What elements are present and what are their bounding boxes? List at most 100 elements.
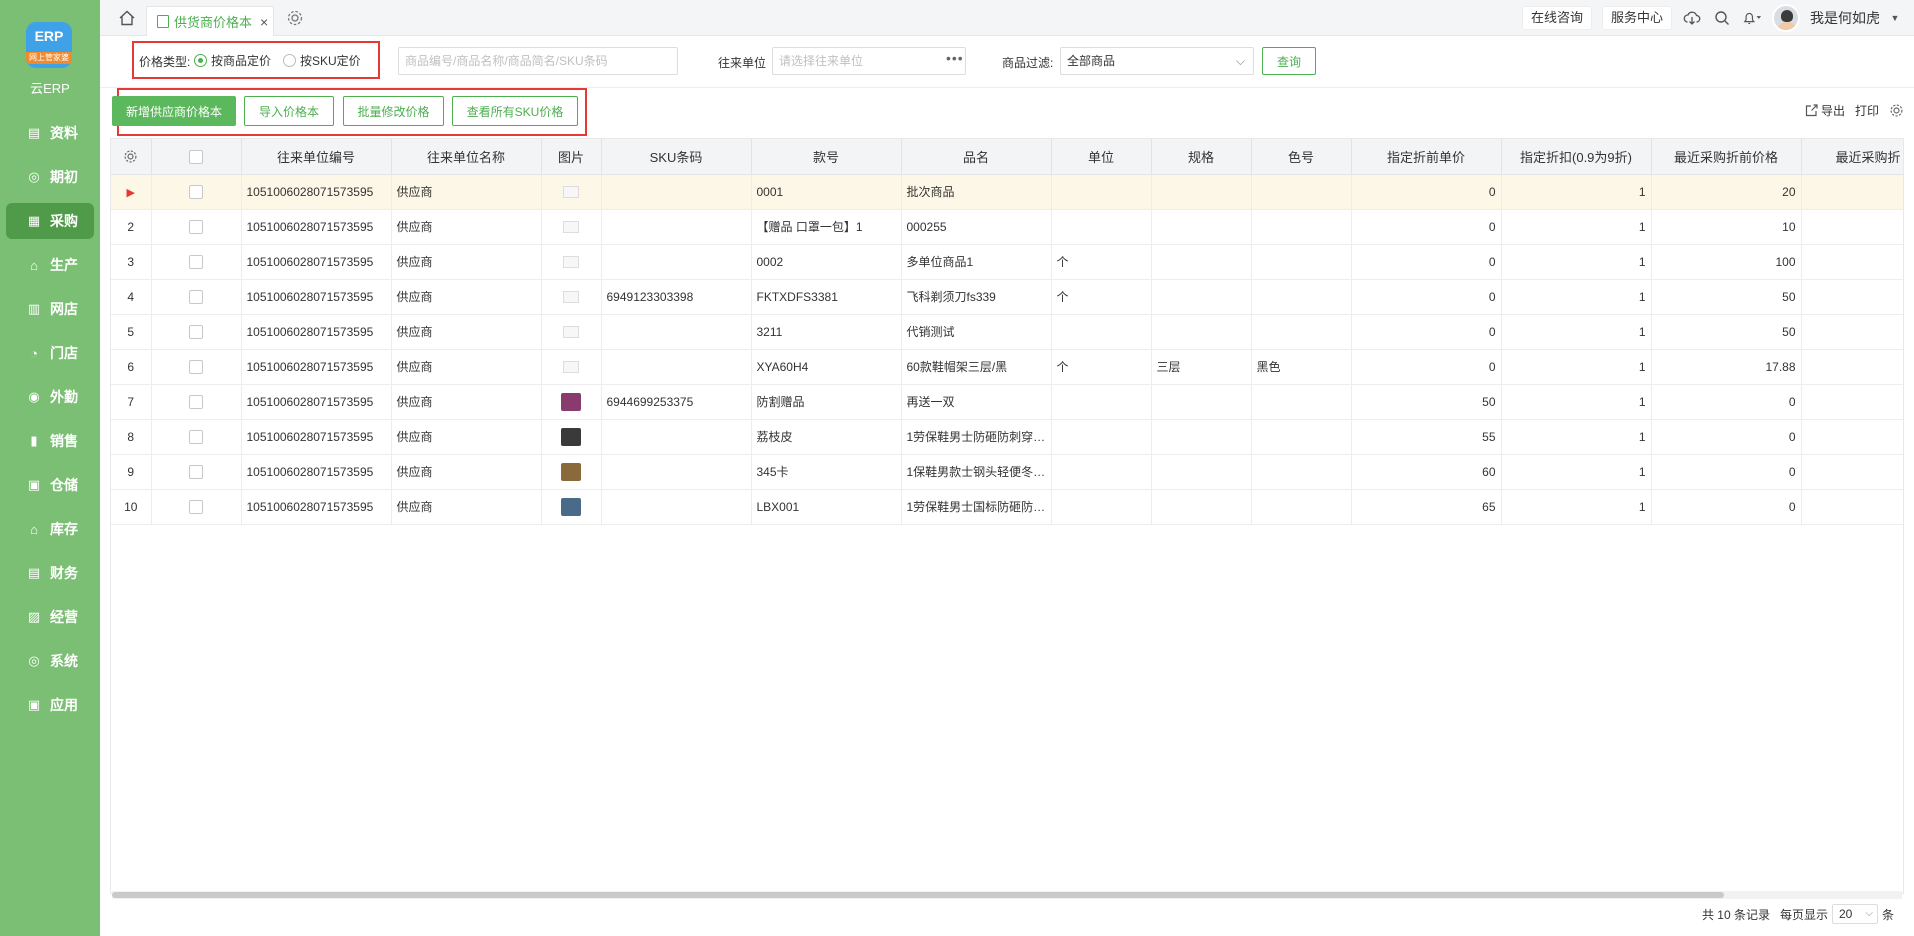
cell-price[interactable]: 0 [1351,314,1502,350]
sidebar-item[interactable]: ⌂ 库存 [6,511,94,547]
cell-style[interactable]: 荔枝皮 [751,419,902,455]
cell-last[interactable]: 0 [1651,454,1802,490]
cell-name[interactable]: 供应商 [391,244,542,280]
cell-product[interactable]: 批次商品 [901,174,1052,210]
row-checkbox[interactable] [151,349,242,385]
query-button[interactable]: 查询 [1262,47,1316,75]
search-icon[interactable] [1712,8,1732,28]
more-icon[interactable]: ••• [946,50,964,66]
cell-sku[interactable]: 6949123303398 [601,279,752,315]
search-input[interactable] [398,47,678,75]
cell-style[interactable]: 防割赠品 [751,384,902,420]
sidebar-item[interactable]: ▮ 销售 [6,423,94,459]
cell-discount[interactable]: 1 [1501,489,1652,525]
row-checkbox[interactable] [151,279,242,315]
service-center-button[interactable]: 服务中心 [1601,6,1672,30]
cell-last[interactable]: 50 [1651,314,1802,350]
cell-discount[interactable]: 1 [1501,349,1652,385]
cell-last[interactable]: 20 [1651,174,1802,210]
cell-color[interactable] [1251,419,1352,455]
app-logo[interactable]: ERP 网上管家婆 [24,22,74,74]
export-button[interactable]: 导出 [1805,102,1845,119]
table-row[interactable]: 7 1051006028071573595 供应商 6944699253375 防割赠品… [111,384,1903,420]
new-price-book-button[interactable]: 新增供应商价格本 [112,96,236,126]
cell-image[interactable] [541,209,602,245]
horizontal-scrollbar[interactable] [112,891,1902,899]
cell-color[interactable] [1251,384,1352,420]
cell-discount[interactable]: 1 [1501,454,1652,490]
cell-style[interactable]: FKTXDFS3381 [751,279,902,315]
cell-price[interactable]: 0 [1351,279,1502,315]
cell-unit[interactable]: 个 [1051,279,1152,315]
cell-name[interactable]: 供应商 [391,454,542,490]
sidebar-item[interactable]: ◔ 门店 [6,335,94,371]
radio-price-by-sku[interactable]: 按SKU定价 [283,52,361,69]
cell-sku[interactable] [601,174,752,210]
cell-unit[interactable] [1051,489,1152,525]
cell-name[interactable]: 供应商 [391,419,542,455]
cell-last[interactable]: 0 [1651,489,1802,525]
cell-product[interactable]: 60款鞋帽架三层/黑 [901,349,1052,385]
cell-image[interactable] [541,419,602,455]
column-header[interactable]: 指定折扣(0.9为9折) [1501,139,1652,175]
column-header[interactable]: 规格 [1151,139,1252,175]
row-checkbox[interactable] [151,454,242,490]
cell-unit[interactable] [1051,419,1152,455]
cell-product[interactable]: 代销测试 [901,314,1052,350]
cell-last[interactable]: 0 [1651,419,1802,455]
column-settings[interactable] [111,139,152,175]
sidebar-item[interactable]: ▤ 财务 [6,555,94,591]
sidebar-item[interactable]: ◉ 外勤 [6,379,94,415]
cell-unit[interactable] [1051,384,1152,420]
cell-color[interactable] [1251,279,1352,315]
cell-name[interactable]: 供应商 [391,279,542,315]
cell-discount[interactable]: 1 [1501,279,1652,315]
cell-spec[interactable] [1151,384,1252,420]
cell-code[interactable]: 1051006028071573595 [241,489,392,525]
cell-discount[interactable]: 1 [1501,384,1652,420]
row-checkbox[interactable] [151,314,242,350]
column-header[interactable]: 最近采购折 [1801,139,1903,175]
cell-name[interactable]: 供应商 [391,349,542,385]
cell-name[interactable]: 供应商 [391,384,542,420]
chevron-down-icon[interactable]: ▼ [1890,8,1900,28]
avatar[interactable] [1772,4,1800,32]
cell-color[interactable] [1251,244,1352,280]
cell-code[interactable]: 1051006028071573595 [241,314,392,350]
print-button[interactable]: 打印 [1855,102,1879,119]
cell-product[interactable]: 再送一双 [901,384,1052,420]
cell-name[interactable]: 供应商 [391,314,542,350]
cell-last[interactable]: 50 [1651,279,1802,315]
cell-color[interactable] [1251,314,1352,350]
cell-style[interactable]: LBX001 [751,489,902,525]
cell-code[interactable]: 1051006028071573595 [241,454,392,490]
column-header[interactable]: 往来单位名称 [391,139,542,175]
view-all-sku-price-button[interactable]: 查看所有SKU价格 [452,96,578,126]
cell-image[interactable] [541,454,602,490]
table-row[interactable]: 4 1051006028071573595 供应商 6949123303398 FKTX… [111,279,1903,315]
user-name[interactable]: 我是何如虎 [1810,8,1880,28]
cell-price[interactable]: 60 [1351,454,1502,490]
row-checkbox[interactable] [151,209,242,245]
cell-image[interactable] [541,314,602,350]
cloud-download-icon[interactable] [1682,8,1702,28]
cell-discount[interactable]: 1 [1501,314,1652,350]
table-row[interactable]: 6 1051006028071573595 供应商 XYA60H4 60款鞋帽架三层/黑… [111,349,1903,385]
table-row[interactable]: 8 1051006028071573595 供应商 荔枝皮 1劳保鞋男士防砸防刺穿… 55… [111,419,1903,455]
sidebar-item[interactable]: ▦ 采购 [6,203,94,239]
gear-icon[interactable] [286,9,304,27]
sidebar-item[interactable]: ▣ 仓储 [6,467,94,503]
cell-name[interactable]: 供应商 [391,209,542,245]
cell-unit[interactable] [1051,314,1152,350]
cell-code[interactable]: 1051006028071573595 [241,174,392,210]
cell-spec[interactable] [1151,489,1252,525]
row-checkbox[interactable] [151,489,242,525]
column-header[interactable]: 款号 [751,139,902,175]
cell-color[interactable] [1251,174,1352,210]
cell-color[interactable]: 黑色 [1251,349,1352,385]
cell-price[interactable]: 0 [1351,209,1502,245]
cell-product[interactable]: 1劳保鞋男士防砸防刺穿… [901,419,1052,455]
cell-spec[interactable] [1151,209,1252,245]
cell-color[interactable] [1251,209,1352,245]
cell-style[interactable]: 3211 [751,314,902,350]
